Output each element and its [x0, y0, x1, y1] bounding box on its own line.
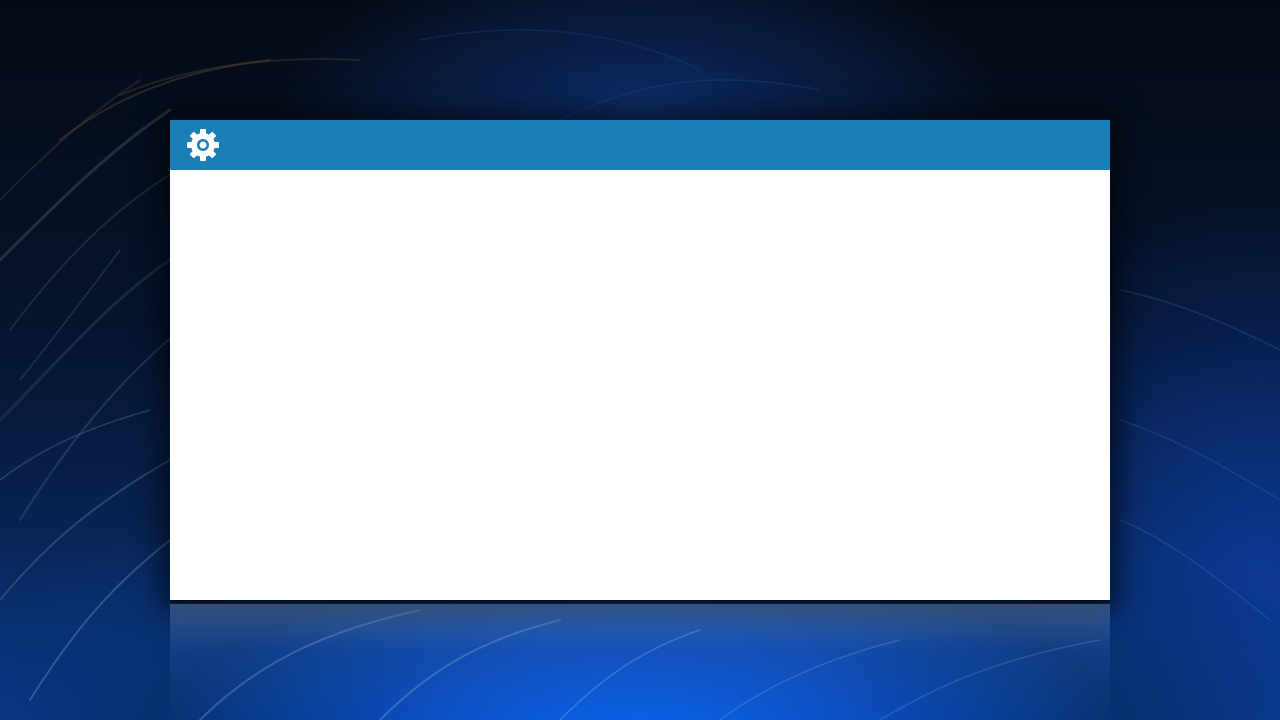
gear-icon	[187, 129, 219, 161]
settings-dialog	[170, 120, 1110, 600]
desktop-background	[0, 0, 1280, 720]
dialog-header	[170, 120, 1110, 170]
dialog-reflection	[170, 604, 1110, 720]
dialog-body	[170, 170, 1110, 600]
